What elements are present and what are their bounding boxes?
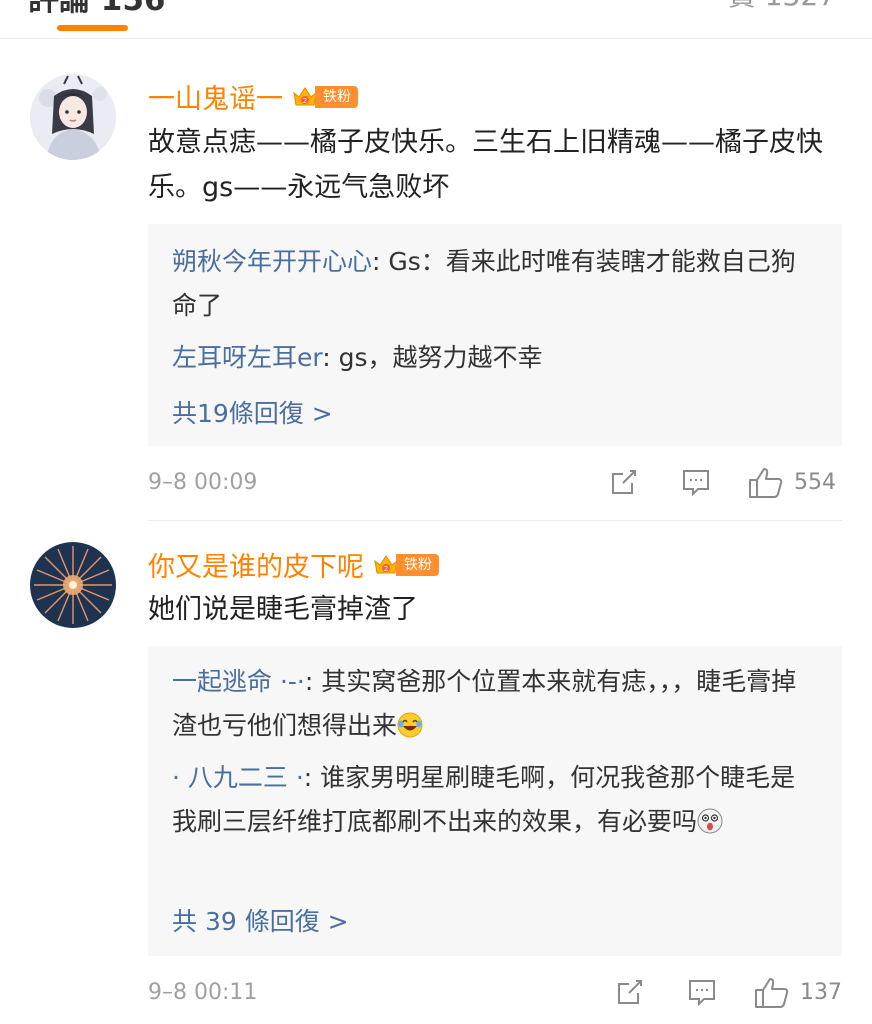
view-all-replies-link[interactable]: 共19條回復 > <box>172 394 333 430</box>
tab-likes[interactable]: 贊 1327 <box>728 0 836 14</box>
avatar[interactable] <box>30 74 116 160</box>
comment-icon[interactable] <box>686 976 718 1012</box>
reply-author[interactable]: 左耳呀左耳er <box>172 343 322 372</box>
like-count: 137 <box>800 980 842 1005</box>
comment-icon[interactable] <box>680 466 712 502</box>
reply-author[interactable]: 朔秋今年开开心心 <box>172 247 372 276</box>
view-all-replies-link[interactable]: 共 39 條回復 > <box>172 902 349 938</box>
reply-author[interactable]: 一起逃命 ·-· <box>172 667 305 696</box>
username[interactable]: 一山鬼谣一 <box>148 77 283 116</box>
comment-text: 故意点痣——橘子皮快乐。三生石上旧精魂——橘子皮快乐。gs——永远气急败坏 <box>148 127 823 203</box>
share-icon[interactable] <box>608 466 640 502</box>
thumbs-up-icon[interactable] <box>754 976 790 1014</box>
reply-item[interactable]: 朔秋今年开开心心: Gs：看来此时唯有装瞎才能救自己狗命了 <box>172 240 814 328</box>
reply-preview-box[interactable]: 朔秋今年开开心心: Gs：看来此时唯有装瞎才能救自己狗命了 左耳呀左耳er: g… <box>148 224 842 446</box>
comment-tab-bar: 評論 156 贊 1327 <box>0 0 872 39</box>
comment-divider <box>148 520 842 521</box>
badge-label: 铁粉 <box>396 553 439 576</box>
reply-preview-box[interactable]: 一起逃命 ·-·: 其实窝爸那个位置本来就有痣，，，睫毛膏掉渣也亏他们想得出来 … <box>148 646 842 956</box>
comment-meta-row: 9–8 00:11 137 <box>148 976 842 1010</box>
comment-timestamp: 9–8 00:09 <box>148 470 258 495</box>
username[interactable]: 你又是谁的皮下呢 <box>148 545 364 584</box>
reply-item[interactable]: 左耳呀左耳er: gs，越努力越不幸 <box>172 336 814 380</box>
shocked-emoji-icon <box>697 804 723 848</box>
comment-timestamp: 9–8 00:11 <box>148 980 258 1005</box>
username-row: 你又是谁的皮下呢 2 铁粉 <box>148 545 439 584</box>
laughing-emoji-icon <box>397 708 423 752</box>
username-row: 一山鬼谣一 2 铁粉 <box>148 77 358 116</box>
svg-text:2: 2 <box>384 565 388 573</box>
fan-badge[interactable]: 2 铁粉 <box>372 551 439 579</box>
reply-item[interactable]: 一起逃命 ·-·: 其实窝爸那个位置本来就有痣，，，睫毛膏掉渣也亏他们想得出来 <box>172 660 814 752</box>
fan-badge[interactable]: 2 铁粉 <box>291 83 358 111</box>
share-icon[interactable] <box>614 976 646 1012</box>
tab-comments[interactable]: 評論 156 <box>28 0 166 19</box>
reply-text: : gs，越努力越不幸 <box>322 343 543 372</box>
comment-text: 她们说是睫毛膏掉渣了 <box>148 594 418 625</box>
reply-item[interactable]: · 八九二三 ·: 谁家男明星刷睫毛啊，何况我爸那个睫毛是我刷三层纤维打底都刷不… <box>172 756 814 848</box>
like-count: 554 <box>794 470 836 495</box>
comment-meta-row: 9–8 00:09 554 <box>148 466 842 500</box>
badge-label: 铁粉 <box>315 85 358 108</box>
svg-text:2: 2 <box>303 97 307 105</box>
thumbs-up-icon[interactable] <box>748 466 784 504</box>
reply-author[interactable]: · 八九二三 · <box>172 763 304 792</box>
active-tab-indicator <box>57 25 128 31</box>
avatar[interactable] <box>30 542 116 628</box>
